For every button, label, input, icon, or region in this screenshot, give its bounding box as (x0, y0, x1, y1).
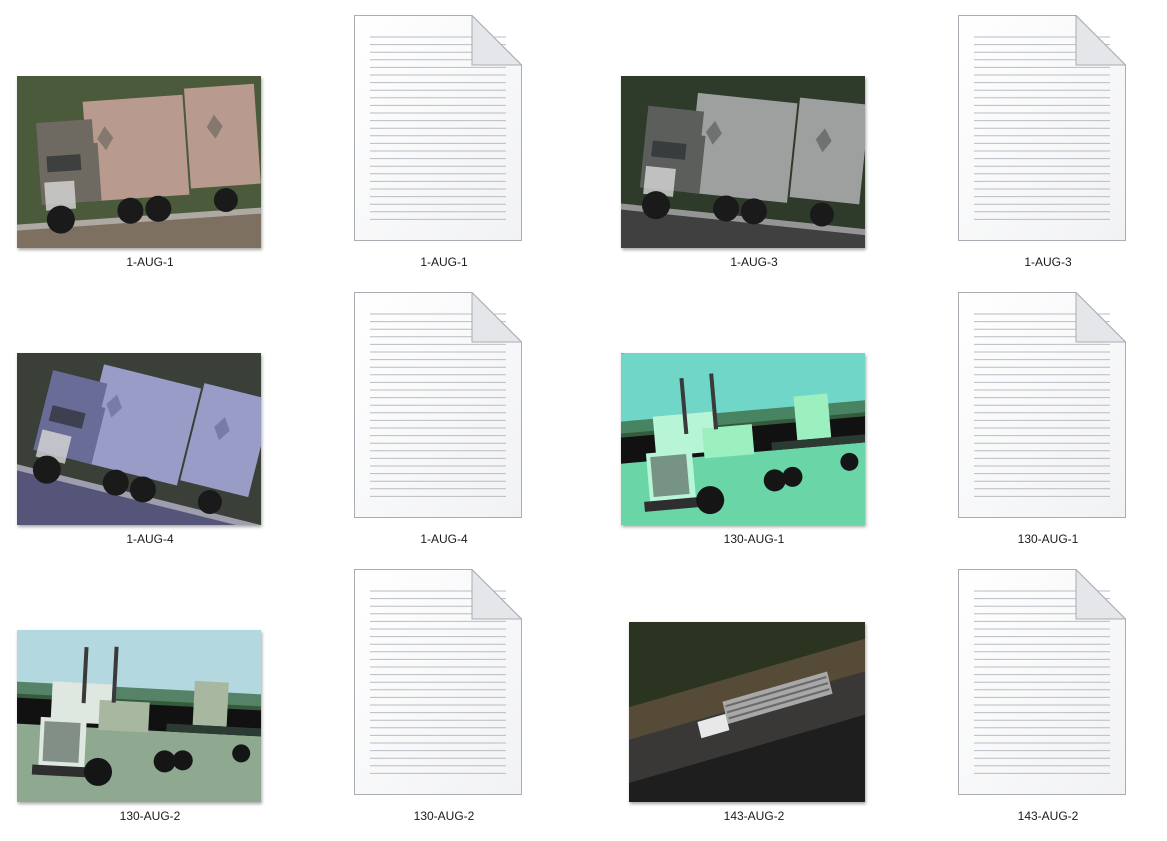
text-file-icon[interactable] (354, 15, 522, 241)
image-thumbnail[interactable] (629, 622, 865, 802)
file-name-label: 1-AUG-3 (730, 255, 778, 269)
text-file-item[interactable]: 1-AUG-4 (294, 277, 594, 547)
file-name-label: 130-AUG-2 (119, 809, 181, 823)
text-file-icon[interactable] (354, 292, 522, 518)
file-name-label: 130-AUG-2 (413, 809, 475, 823)
image-file-item[interactable]: 1-AUG-4 (0, 277, 300, 547)
text-file-item[interactable]: 143-AUG-2 (898, 554, 1167, 824)
image-thumbnail[interactable] (621, 353, 865, 525)
image-file-item[interactable]: 130-AUG-2 (0, 554, 300, 824)
file-name-label: 1-AUG-4 (420, 532, 468, 546)
image-thumbnail[interactable] (621, 76, 865, 248)
image-file-item[interactable]: 143-AUG-2 (604, 554, 904, 824)
file-name-label: 130-AUG-1 (1017, 532, 1079, 546)
text-file-item[interactable]: 130-AUG-2 (294, 554, 594, 824)
image-file-item[interactable]: 130-AUG-1 (604, 277, 904, 547)
text-file-icon[interactable] (958, 15, 1126, 241)
image-thumbnail[interactable] (17, 630, 261, 802)
file-name-label: 1-AUG-4 (126, 532, 174, 546)
text-file-item[interactable]: 1-AUG-3 (898, 0, 1167, 270)
file-name-label: 1-AUG-1 (126, 255, 174, 269)
file-name-label: 1-AUG-3 (1024, 255, 1072, 269)
file-name-label: 143-AUG-2 (1017, 809, 1079, 823)
text-file-icon[interactable] (354, 569, 522, 795)
image-file-item[interactable]: 1-AUG-1 (0, 0, 300, 270)
text-file-icon[interactable] (958, 569, 1126, 795)
file-name-label: 143-AUG-2 (723, 809, 785, 823)
text-file-item[interactable]: 130-AUG-1 (898, 277, 1167, 547)
image-thumbnail[interactable] (17, 353, 261, 525)
file-name-label: 130-AUG-1 (723, 532, 785, 546)
text-file-icon[interactable] (958, 292, 1126, 518)
text-file-item[interactable]: 1-AUG-1 (294, 0, 594, 270)
image-thumbnail[interactable] (17, 76, 261, 248)
image-file-item[interactable]: 1-AUG-3 (604, 0, 904, 270)
file-name-label: 1-AUG-1 (420, 255, 468, 269)
